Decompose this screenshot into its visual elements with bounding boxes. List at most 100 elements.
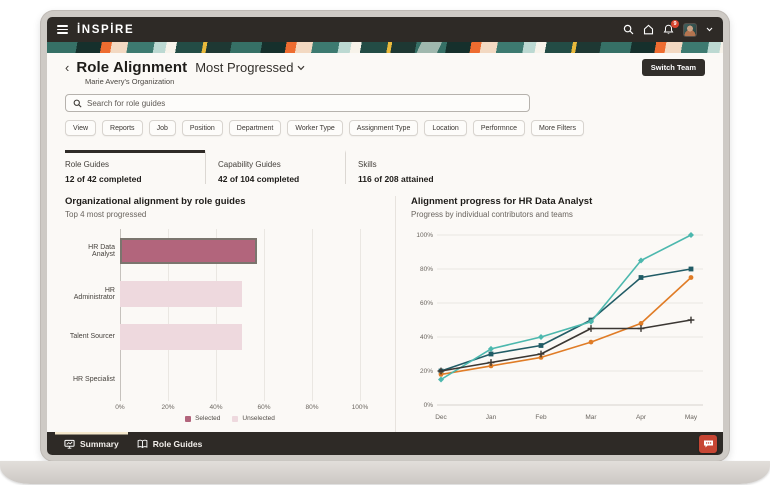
filter-chip-row: View Reports Job Position Department Worker T… [65,120,705,136]
filter-chip-location[interactable]: Location [424,120,466,136]
search-bar [65,94,530,112]
stat-tab-value: 12 of 42 completed [65,174,205,184]
chat-bubble-icon [703,439,714,449]
bar-category-labels: HR Data AnalystHR AdministratorTalent So… [65,229,115,401]
bar-row-hr-specialist [120,358,360,401]
bar-label-talent-sourcer: Talent Sourcer [65,315,115,358]
bar-row-hr-administrator [120,272,360,315]
stat-tab-label: Skills [358,160,485,169]
svg-text:20%: 20% [420,368,433,375]
stat-tabs: Role Guides 12 of 42 completedCapability … [65,150,705,184]
chat-assistant-button[interactable] [699,435,717,453]
line-chart-subtitle: Progress by individual contributors and … [411,210,709,219]
laptop-mockup: İNSPİRE 9 [0,0,770,485]
svg-text:0%: 0% [424,402,434,409]
stat-tab-skills[interactable]: Skills 116 of 208 attained [345,150,485,184]
topbar-actions: 9 [623,23,713,37]
page-header: ‹ Role Alignment Most Progressed Switch … [65,59,705,76]
bottom-tab-role-guides[interactable]: Role Guides [128,432,212,455]
filter-chip-reports[interactable]: Reports [102,120,143,136]
bar-label-hr-specialist: HR Specialist [65,358,115,401]
hamburger-menu-icon[interactable] [57,25,68,34]
bar-hr-data-analyst[interactable] [120,238,257,264]
line-chart-plot: 0%20%40%60%80%100%DecJanFebMarAprMay [411,223,709,432]
top-app-bar: İNSPİRE 9 [47,17,723,42]
back-chevron-icon[interactable]: ‹ [65,61,69,74]
svg-text:60%: 60% [420,300,433,307]
notifications-bell-icon[interactable]: 9 [663,24,674,35]
svg-text:40%: 40% [420,334,433,341]
bottom-tab-summary[interactable]: Summary [55,432,128,455]
charts-section: Organizational alignment by role guides … [65,196,705,432]
bar-x-tick: 100% [352,404,369,411]
line-chart-title: Alignment progress for HR Data Analyst [411,196,709,207]
filter-chip-job[interactable]: Job [149,120,176,136]
bottom-tab-label: Summary [80,439,119,449]
bar-tracks [120,229,360,401]
legend-item-unselected: Unselected [232,415,275,422]
user-avatar[interactable] [683,23,697,37]
svg-text:Dec: Dec [435,414,447,421]
bottom-tabs: Summary Role Guides [55,432,211,455]
switch-team-button[interactable]: Switch Team [642,59,705,76]
laptop-base [0,461,770,484]
main-content: ‹ Role Alignment Most Progressed Switch … [47,53,723,432]
svg-text:Jan: Jan [486,414,497,421]
filter-chip-more-filters[interactable]: More Filters [531,120,584,136]
decorative-banner [47,42,723,53]
line-series-albert-c [441,320,691,371]
filter-chip-worker-type[interactable]: Worker Type [287,120,342,136]
search-icon[interactable] [623,24,634,35]
filter-chip-view[interactable]: View [65,120,96,136]
stat-tab-role-guides[interactable]: Role Guides 12 of 42 completed [65,150,205,184]
stat-tab-value: 42 of 104 completed [218,174,345,184]
legend-label: Selected [195,415,220,422]
svg-text:100%: 100% [416,232,433,239]
legend-swatch [232,416,238,422]
view-selector-dropdown[interactable]: Most Progressed [195,60,305,75]
stat-tab-capability-guides[interactable]: Capability Guides42 of 104 completed [205,150,345,184]
open-book-icon [137,439,148,449]
chevron-down-icon[interactable] [706,27,713,32]
filter-chip-assignment-type[interactable]: Assignment Type [349,120,419,136]
search-icon [73,99,82,108]
bar-chart-plot: HR Data AnalystHR AdministratorTalent So… [65,229,395,401]
notification-badge: 9 [671,20,679,28]
bar-x-axis: 0%20%40%60%80%100% [120,401,360,412]
bar-talent-sourcer[interactable] [120,324,242,350]
svg-text:Apr: Apr [636,414,647,421]
legend-swatch [185,416,191,422]
view-selector-label: Most Progressed [195,60,293,75]
bottom-tab-bar: Summary Role Guides [47,432,723,455]
stat-tab-value: 116 of 208 attained [358,174,485,184]
laptop-screen: İNSPİRE 9 [40,10,730,462]
svg-text:May: May [685,414,698,421]
bar-chart-panel: Organizational alignment by role guides … [65,196,395,432]
stat-tab-label: Role Guides [65,160,205,169]
search-input[interactable] [87,99,522,108]
app-window: İNSPİRE 9 [47,17,723,455]
bar-label-hr-administrator: HR Administrator [65,272,115,315]
bar-x-tick: 40% [209,404,222,411]
bar-x-tick: 60% [257,404,270,411]
filter-chip-position[interactable]: Position [182,120,223,136]
bar-hr-administrator[interactable] [120,281,242,307]
svg-text:80%: 80% [420,266,433,273]
filter-chip-performnce[interactable]: Performnce [473,120,525,136]
legend-label: Unselected [242,415,275,422]
bar-row-talent-sourcer [120,315,360,358]
page-title: Role Alignment [76,59,187,76]
summary-screen-icon [64,439,75,449]
line-chart-panel: Alignment progress for HR Data Analyst P… [395,196,709,432]
line-chart-svg: 0%20%40%60%80%100%DecJanFebMarAprMay [411,223,709,432]
bar-chart-legend: Selected Unselected [65,415,395,422]
bar-label-hr-data-analyst: HR Data Analyst [65,229,115,272]
organization-label: Marie Avery's Organization [85,77,705,86]
bottom-tab-label: Role Guides [153,439,203,449]
bar-x-tick: 80% [305,404,318,411]
filter-chip-department[interactable]: Department [229,120,282,136]
bar-chart-subtitle: Top 4 most progressed [65,210,395,219]
bar-x-tick: 0% [115,404,124,411]
home-icon[interactable] [643,24,654,35]
bar-x-tick: 20% [161,404,174,411]
